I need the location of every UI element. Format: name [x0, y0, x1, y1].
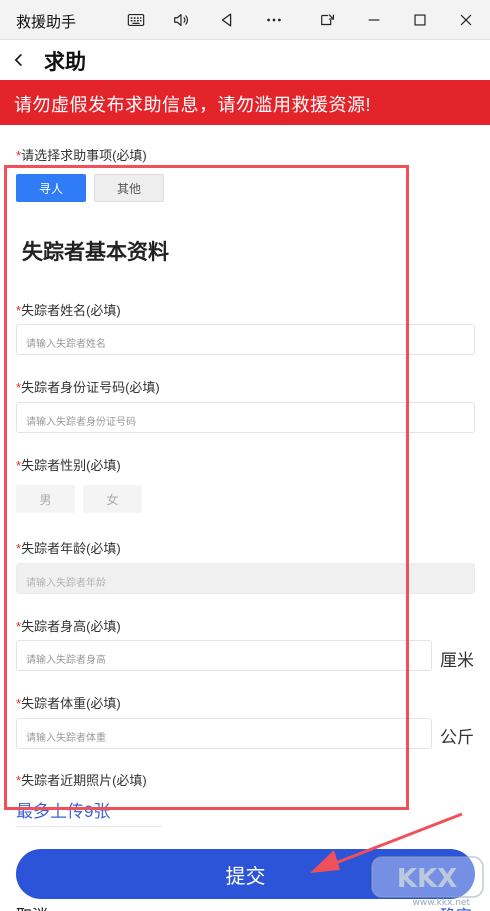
- maximize-icon[interactable]: [406, 6, 434, 34]
- volume-icon[interactable]: [167, 6, 195, 34]
- back-triangle-icon[interactable]: [213, 6, 241, 34]
- weight-unit: 公斤: [440, 728, 474, 747]
- svg-text:www.kkx.net: www.kkx.net: [413, 898, 471, 907]
- warning-banner: 请勿虚假发布求助信息，请勿滥用救援资源!: [0, 80, 490, 125]
- close-icon[interactable]: [452, 6, 480, 34]
- pip-icon[interactable]: [314, 6, 342, 34]
- watermark-logo: KKX www.kkx.net: [371, 856, 484, 907]
- cancel-button[interactable]: 取消: [16, 902, 48, 911]
- help-type-label: *请选择求助事项(必填): [16, 148, 147, 163]
- highlight-annotation-box: [4, 165, 409, 810]
- page-title: 求助: [44, 51, 86, 74]
- upload-divider: [16, 826, 162, 827]
- window-titlebar: 救援助手: [0, 0, 490, 40]
- keyboard-icon[interactable]: [122, 6, 150, 34]
- svg-text:KKX: KKX: [397, 864, 457, 894]
- app-title: 救援助手: [16, 14, 77, 31]
- back-arrow-icon[interactable]: [8, 48, 30, 72]
- minimize-icon[interactable]: [360, 6, 388, 34]
- height-unit: 厘米: [440, 651, 474, 670]
- nav-bar: 求助: [0, 40, 490, 80]
- more-icon[interactable]: [260, 6, 288, 34]
